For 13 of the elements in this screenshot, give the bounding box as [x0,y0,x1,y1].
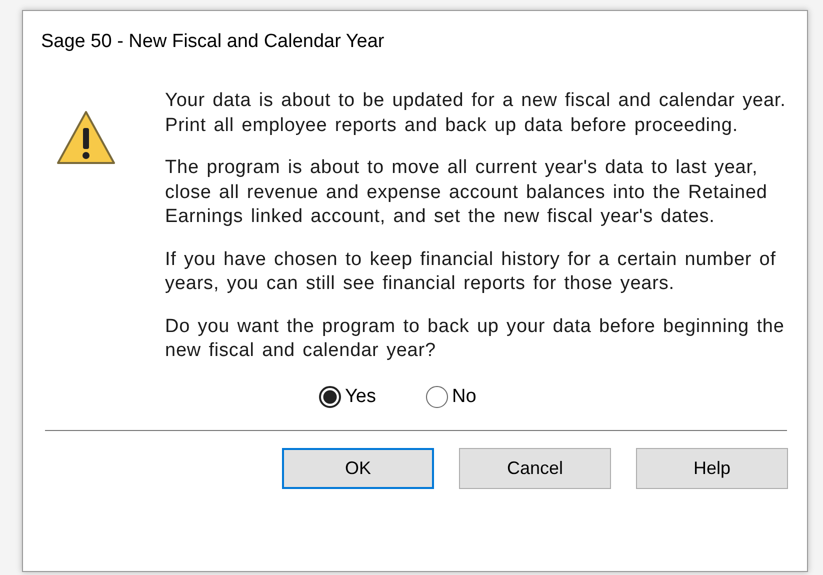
dialog-button[interactable]: OK [282,448,434,488]
message-text: The program is about to move all current year's data to last year, close all revenue and expense account balances into the Retained Earnings linked account, and set the new fiscal year's dates. [165,156,768,229]
dialog-button[interactable]: Help [636,448,788,488]
message-text: Do you want the program to back up your data before beginning the new fiscal and calendar year? [165,314,786,363]
message-text: If you have chosen to keep financial history for a certain number of years, you can still see financial reports for those years. [165,248,777,296]
dialog-button[interactable]: Cancel [459,448,611,488]
message-text: Your data is about to be updated for a new fiscal and calendar year. Print all employee reports and back up data before proceeding. [165,89,787,138]
window-title: Sage 50 - New Fiscal and Calendar Year [41,31,386,53]
radio-label: No [452,386,476,408]
warning-icon [55,109,117,167]
radio-label: Yes [345,386,376,408]
radio-button[interactable] [426,386,448,408]
radio-button[interactable] [319,386,341,408]
